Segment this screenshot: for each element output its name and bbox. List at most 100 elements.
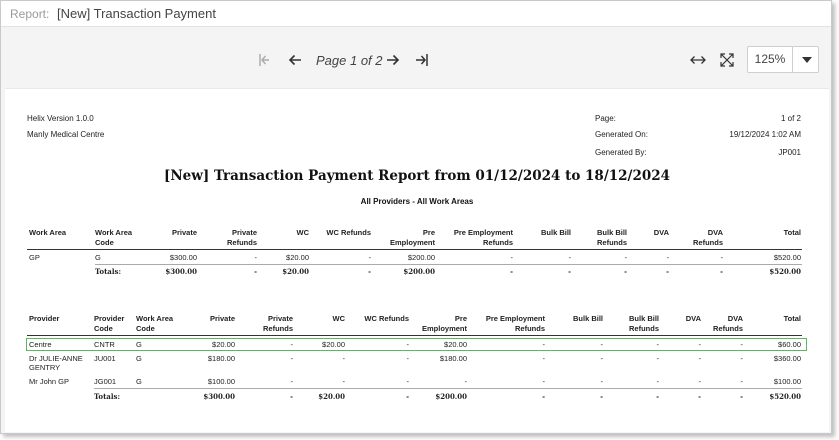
table2-total: - (406, 392, 409, 401)
table1-header: Code (95, 238, 114, 247)
table1-total: Totals: (95, 267, 122, 276)
table2-total: $20.00 (318, 392, 345, 401)
table1-total: - (624, 267, 627, 276)
table2-cell: - (698, 354, 702, 363)
table2-header: Bulk Bill (628, 314, 659, 323)
table2-header: WC (332, 314, 346, 323)
report-title: [New] Transaction Payment Report from 01… (163, 168, 671, 184)
table1-header: Work Area (95, 228, 133, 237)
version-text: Helix Version 1.0.0 (27, 114, 94, 123)
table1-total: - (254, 267, 257, 276)
table2-cell: - (464, 377, 468, 386)
table1-row-rule (95, 264, 802, 265)
fit-width-button[interactable] (687, 50, 709, 70)
table1-header-rule (27, 249, 802, 250)
table1-header: Refunds (483, 238, 513, 247)
table1-total: - (510, 267, 513, 276)
table1-cell: $200.00 (407, 253, 435, 262)
first-page-icon (259, 54, 269, 66)
table1-header: DVA (707, 228, 723, 237)
prev-page-button[interactable] (284, 50, 306, 70)
fit-width-icon (690, 56, 706, 64)
table2-cell: JG001 (94, 377, 117, 386)
highlighted-row-outline (26, 338, 807, 351)
table2-cell: - (656, 354, 660, 363)
table2-cell: GENTRY (29, 363, 61, 372)
table1-header: Bulk Bill (596, 228, 627, 237)
table2-header: Employment (421, 324, 467, 333)
table2-total: - (698, 392, 701, 401)
table2-header: Refunds (713, 324, 743, 333)
table2-cell: G (136, 354, 142, 363)
table1-total: $300.00 (165, 267, 197, 276)
table2-cell: - (600, 377, 604, 386)
table2-header: DVA (685, 314, 701, 323)
table1-total: - (666, 267, 669, 276)
chevron-down-icon (801, 56, 812, 63)
generated-by-label: Generated By: (595, 148, 647, 157)
report-viewer-window: Report: [New] Transaction Payment Page 1… (0, 0, 832, 434)
table1-header: Pre (422, 228, 435, 237)
table2-header: Total (783, 314, 801, 323)
centre-name: Manly Medical Centre (27, 130, 105, 139)
last-page-button[interactable] (411, 50, 433, 70)
table2-cell: - (290, 354, 294, 363)
report-page: Helix Version 1.0.0 Manly Medical Centre… (5, 88, 829, 432)
page-label: Page: (595, 114, 616, 123)
table1-cell: - (720, 253, 724, 262)
table1-header: DVA (653, 228, 669, 237)
zoom-dropdown-button[interactable] (794, 47, 819, 72)
table1-header: Work Area (29, 228, 67, 237)
table1-cell: $20.00 (286, 253, 309, 262)
table2-cell: Mr John GP (29, 377, 70, 386)
table2-total: - (542, 392, 545, 401)
table2-cell: $180.00 (439, 354, 467, 363)
table2-cell: - (542, 377, 546, 386)
table2-cell: - (698, 377, 702, 386)
table2-total: - (740, 392, 743, 401)
table1-cell: - (568, 253, 572, 262)
table2-cell: - (740, 354, 744, 363)
table2-total: $300.00 (203, 392, 235, 401)
table1-total: $520.00 (769, 267, 801, 276)
table2-cell: - (406, 354, 410, 363)
table1-cell: - (624, 253, 628, 262)
table1-total: - (568, 267, 571, 276)
table2-header: Pre (454, 314, 467, 323)
table2-cell: - (656, 377, 660, 386)
table2-total: - (656, 392, 659, 401)
table2-cell: $100.00 (773, 377, 801, 386)
table1-cell: - (368, 253, 372, 262)
table2-header-rule (27, 335, 802, 336)
table2-header: WC Refunds (364, 314, 409, 323)
generated-by-value: JP001 (778, 148, 801, 157)
table1-header: Refunds (227, 238, 257, 247)
table1-cell: $520.00 (773, 253, 801, 262)
table1-total: $200.00 (403, 267, 435, 276)
fullscreen-button[interactable] (716, 50, 738, 70)
next-page-button[interactable] (382, 50, 404, 70)
table1-header: Refunds (693, 238, 723, 247)
table2-cell: - (290, 377, 294, 386)
table2-header: DVA (727, 314, 743, 323)
table1-header: Private (171, 228, 197, 237)
table2-header: Private (209, 314, 235, 323)
table2-cell: - (542, 354, 546, 363)
table2-cell: - (342, 377, 346, 386)
table2-cell: Dr JULIE-ANNE (29, 354, 83, 363)
fullscreen-icon (720, 53, 734, 67)
table1-header: Private (231, 228, 257, 237)
table1-cell: GP (29, 253, 40, 262)
first-page-button[interactable] (254, 50, 276, 70)
zoom-select[interactable]: 125% (747, 46, 819, 73)
table2-header: Work Area (136, 314, 174, 323)
table2-header: Private (267, 314, 293, 323)
table1-header: Total (783, 228, 801, 237)
report-subtitle: All Providers - All Work Areas (360, 197, 474, 206)
generated-on-value: 19/12/2024 1:02 AM (729, 130, 801, 139)
report-header-bar: Report: [New] Transaction Payment (1, 1, 831, 27)
generated-on-label: Generated On: (595, 130, 648, 139)
table2-header: Provider (94, 314, 125, 323)
table2-cell: $360.00 (773, 354, 801, 363)
table1-header: Employment (389, 238, 435, 247)
